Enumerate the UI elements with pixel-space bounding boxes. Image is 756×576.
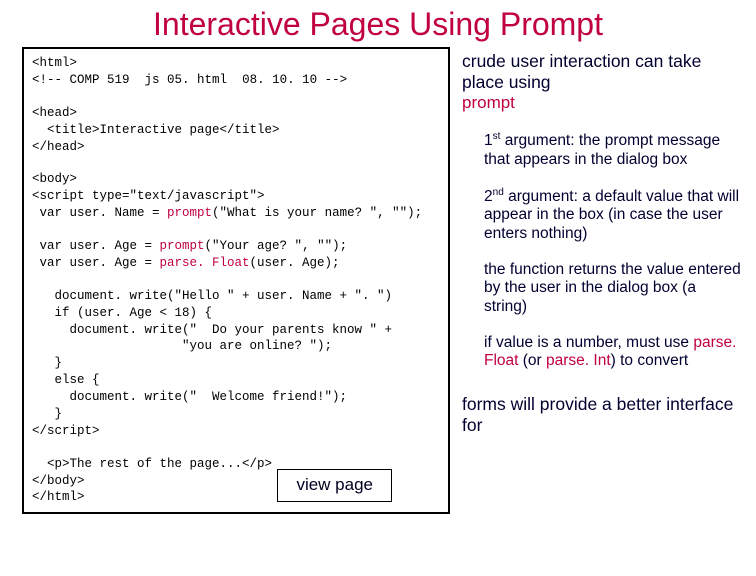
code-line: document. write("Hello " + user. Name + … [32,288,440,305]
bullet-1: 1st argument: the prompt message that ap… [484,131,742,169]
code-line: } [32,406,440,423]
view-page-link[interactable]: view page [277,469,392,502]
code-line: document. write(" Do your parents know "… [32,322,440,339]
code-line: var user. Age = prompt("Your age? ", "")… [32,238,440,255]
slide: Interactive Pages Using Prompt <html> <!… [0,0,756,576]
code-line: } [32,355,440,372]
prompt-keyword: prompt [167,206,212,220]
bullet-3: the function returns the value entered b… [484,261,742,316]
blank-line [32,89,440,105]
code-line: </script> [32,423,440,440]
content-row: <html> <!-- COMP 519 js 05. html 08. 10.… [0,45,756,514]
blank-line [32,222,440,238]
prompt-keyword: prompt [160,239,205,253]
blank-line [32,440,440,456]
parseint-inline: parse. Int [546,352,611,369]
bullet-2: 2nd argument: a default value that will … [484,187,742,243]
code-line: <body> [32,171,440,188]
parsefloat-keyword: parse. Float [160,256,250,270]
code-line: <head> [32,105,440,122]
code-line: "you are online? "); [32,338,440,355]
code-line: document. write(" Welcome friend!"); [32,389,440,406]
slide-title: Interactive Pages Using Prompt [0,0,756,45]
code-line: var user. Age = parse. Float(user. Age); [32,255,440,272]
code-line: </head> [32,139,440,156]
bullet-4: if value is a number, must use parse. Fl… [484,334,742,371]
code-line: <title>Interactive page</title> [32,122,440,139]
code-line: var user. Name = prompt("What is your na… [32,205,440,222]
blank-line [32,155,440,171]
lead-text: crude user interaction can take place us… [462,51,742,92]
code-line: if (user. Age < 18) { [32,305,440,322]
prompt-word: prompt [462,93,742,113]
code-line: <html> [32,55,440,72]
code-block: <html> <!-- COMP 519 js 05. html 08. 10.… [22,47,450,514]
code-line: <!-- COMP 519 js 05. html 08. 10. 10 --> [32,72,440,89]
code-line: else { [32,372,440,389]
footer-text: forms will provide a better interface fo… [462,394,742,435]
right-column: crude user interaction can take place us… [462,47,742,514]
code-line: <script type="text/javascript"> [32,188,440,205]
blank-line [32,272,440,288]
